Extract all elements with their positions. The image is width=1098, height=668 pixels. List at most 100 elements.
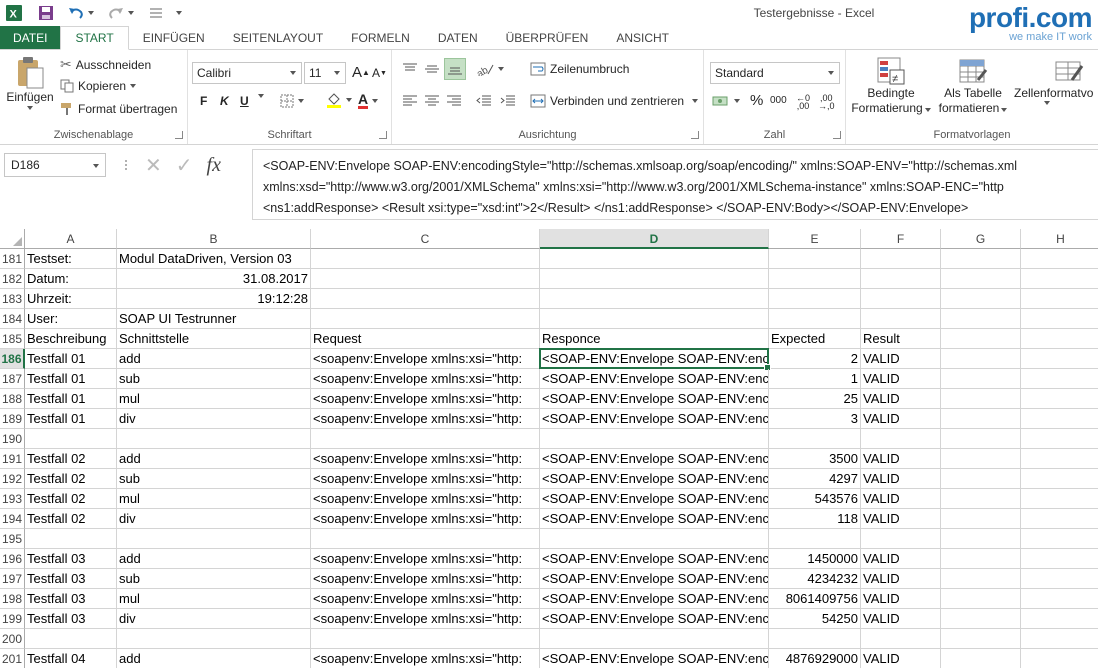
enter-icon[interactable]: ✓ xyxy=(176,153,193,178)
cell-g194[interactable] xyxy=(941,509,1021,529)
cell-b183[interactable]: 19:12:28 xyxy=(117,289,311,309)
increase-decimal-icon[interactable]: ←0,00 xyxy=(796,94,810,111)
cell-g193[interactable] xyxy=(941,489,1021,509)
name-box[interactable]: D186 xyxy=(4,153,106,177)
thousands-button[interactable]: 000 xyxy=(770,95,787,106)
number-format-select[interactable]: Standard xyxy=(710,62,840,84)
cell-h192[interactable] xyxy=(1021,469,1098,489)
cell-b200[interactable] xyxy=(117,629,311,649)
cell-d195[interactable] xyxy=(540,529,769,549)
cell-d183[interactable] xyxy=(540,289,769,309)
align-center-icon[interactable] xyxy=(424,94,440,108)
row-header-190[interactable]: 190 xyxy=(0,429,25,449)
cell-f183[interactable] xyxy=(861,289,941,309)
cell-e182[interactable] xyxy=(769,269,861,289)
cell-g182[interactable] xyxy=(941,269,1021,289)
cell-d184[interactable] xyxy=(540,309,769,329)
align-top-icon[interactable] xyxy=(402,62,418,76)
cell-a182[interactable]: Datum: xyxy=(25,269,117,289)
cell-d201[interactable]: <SOAP-ENV:Envelope SOAP-ENV:enc xyxy=(540,649,769,668)
cell-g197[interactable] xyxy=(941,569,1021,589)
cell-b184[interactable]: SOAP UI Testrunner xyxy=(117,309,311,329)
cell-c197[interactable]: <soapenv:Envelope xmlns:xsi="http: xyxy=(311,569,540,589)
cell-g198[interactable] xyxy=(941,589,1021,609)
format-painter-button[interactable]: Format übertragen xyxy=(60,102,177,116)
font-color-button[interactable]: A xyxy=(358,92,379,109)
cell-e200[interactable] xyxy=(769,629,861,649)
cell-h187[interactable] xyxy=(1021,369,1098,389)
align-bottom-icon[interactable] xyxy=(444,58,466,80)
cell-f192[interactable]: VALID xyxy=(861,469,941,489)
cell-b186[interactable]: add xyxy=(117,349,311,369)
cell-d190[interactable] xyxy=(540,429,769,449)
cell-a185[interactable]: Beschreibung xyxy=(25,329,117,349)
row-header-185[interactable]: 185 xyxy=(0,329,25,349)
cell-h189[interactable] xyxy=(1021,409,1098,429)
row-header-194[interactable]: 194 xyxy=(0,509,25,529)
cell-f187[interactable]: VALID xyxy=(861,369,941,389)
cell-e190[interactable] xyxy=(769,429,861,449)
cell-d187[interactable]: <SOAP-ENV:Envelope SOAP-ENV:enc xyxy=(540,369,769,389)
cell-c182[interactable] xyxy=(311,269,540,289)
cell-c188[interactable]: <soapenv:Envelope xmlns:xsi="http: xyxy=(311,389,540,409)
cell-f199[interactable]: VALID xyxy=(861,609,941,629)
cell-a184[interactable]: User: xyxy=(25,309,117,329)
cell-f191[interactable]: VALID xyxy=(861,449,941,469)
cell-h194[interactable] xyxy=(1021,509,1098,529)
cell-h201[interactable] xyxy=(1021,649,1098,668)
cell-g200[interactable] xyxy=(941,629,1021,649)
cell-d181[interactable] xyxy=(540,249,769,269)
cell-a190[interactable] xyxy=(25,429,117,449)
cell-b187[interactable]: sub xyxy=(117,369,311,389)
orientation-icon[interactable]: ab xyxy=(476,62,504,76)
cell-e199[interactable]: 54250 xyxy=(769,609,861,629)
tab-seitenlayout[interactable]: SEITENLAYOUT xyxy=(219,26,337,50)
cell-g188[interactable] xyxy=(941,389,1021,409)
cell-f198[interactable]: VALID xyxy=(861,589,941,609)
row-header-188[interactable]: 188 xyxy=(0,389,25,409)
row-header-183[interactable]: 183 xyxy=(0,289,25,309)
cell-d197[interactable]: <SOAP-ENV:Envelope SOAP-ENV:enc xyxy=(540,569,769,589)
cell-e185[interactable]: Expected xyxy=(769,329,861,349)
cell-e193[interactable]: 543576 xyxy=(769,489,861,509)
cell-e192[interactable]: 4297 xyxy=(769,469,861,489)
cell-g201[interactable] xyxy=(941,649,1021,668)
cell-a191[interactable]: Testfall 02 xyxy=(25,449,117,469)
cell-g195[interactable] xyxy=(941,529,1021,549)
italic-button[interactable]: K xyxy=(220,94,229,108)
cell-g185[interactable] xyxy=(941,329,1021,349)
row-header-196[interactable]: 196 xyxy=(0,549,25,569)
cell-c189[interactable]: <soapenv:Envelope xmlns:xsi="http: xyxy=(311,409,540,429)
cell-b188[interactable]: mul xyxy=(117,389,311,409)
tab-daten[interactable]: DATEN xyxy=(424,26,492,50)
column-header-e[interactable]: E xyxy=(769,229,861,249)
cell-a197[interactable]: Testfall 03 xyxy=(25,569,117,589)
cell-h198[interactable] xyxy=(1021,589,1098,609)
formula-input[interactable]: <SOAP-ENV:Envelope SOAP-ENV:encodingStyl… xyxy=(252,149,1098,220)
cell-b196[interactable]: add xyxy=(117,549,311,569)
percent-button[interactable]: % xyxy=(750,92,763,109)
wrap-text-button[interactable]: Zeilenumbruch xyxy=(530,62,629,76)
cancel-icon[interactable]: ✕ xyxy=(145,153,162,178)
row-header-199[interactable]: 199 xyxy=(0,609,25,629)
cell-c185[interactable]: Request xyxy=(311,329,540,349)
cell-e186[interactable]: 2 xyxy=(769,349,861,369)
cell-h196[interactable] xyxy=(1021,549,1098,569)
cell-c184[interactable] xyxy=(311,309,540,329)
cell-d189[interactable]: <SOAP-ENV:Envelope SOAP-ENV:enc xyxy=(540,409,769,429)
cell-g190[interactable] xyxy=(941,429,1021,449)
column-header-c[interactable]: C xyxy=(311,229,540,249)
number-launcher-icon[interactable] xyxy=(833,131,841,139)
cell-e183[interactable] xyxy=(769,289,861,309)
cell-c191[interactable]: <soapenv:Envelope xmlns:xsi="http: xyxy=(311,449,540,469)
cell-b198[interactable]: mul xyxy=(117,589,311,609)
align-left-icon[interactable] xyxy=(402,94,418,108)
cell-d185[interactable]: Responce xyxy=(540,329,769,349)
cell-c199[interactable]: <soapenv:Envelope xmlns:xsi="http: xyxy=(311,609,540,629)
column-header-a[interactable]: A xyxy=(25,229,117,249)
select-all-corner[interactable] xyxy=(0,229,25,249)
column-header-b[interactable]: B xyxy=(117,229,311,249)
tab-formeln[interactable]: FORMELN xyxy=(337,26,424,50)
column-header-g[interactable]: G xyxy=(941,229,1021,249)
cell-a195[interactable] xyxy=(25,529,117,549)
